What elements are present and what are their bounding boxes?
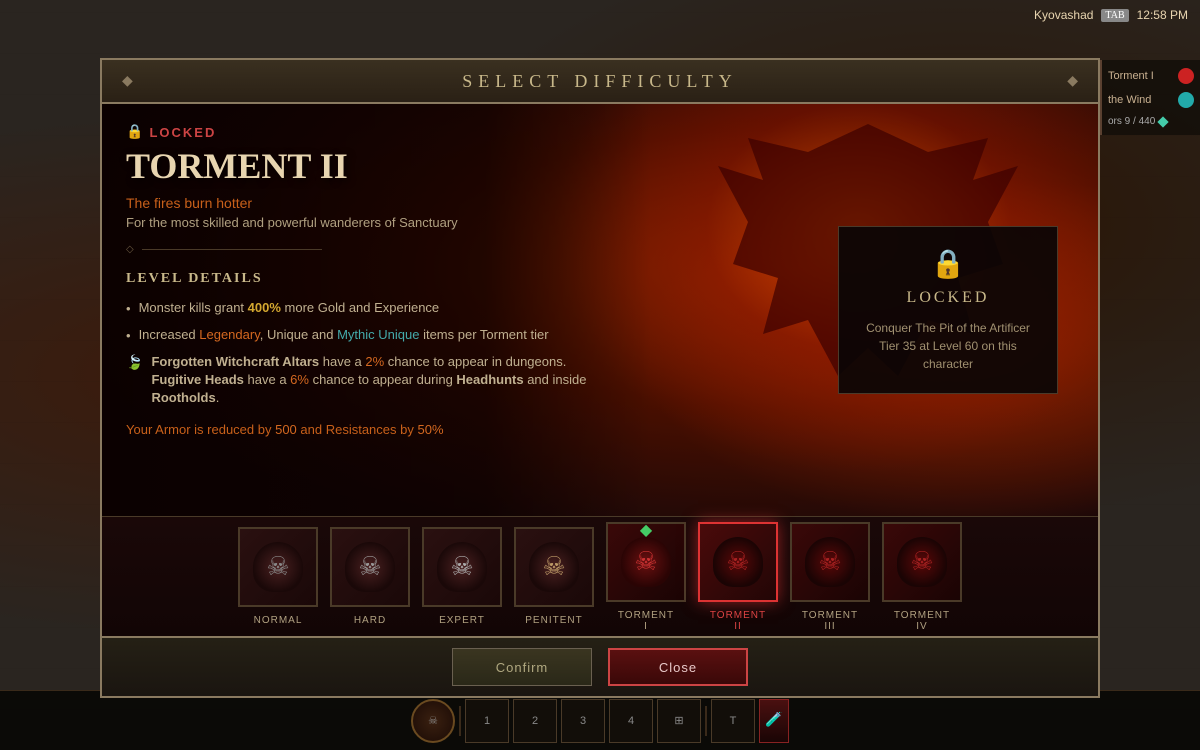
dialog-title: SELECT DIFFICULTY [462,71,738,92]
difficulty-card-expert-image [422,527,502,607]
hud-character-slot[interactable]: ☠ [411,699,455,743]
player-name: Kyovashad [1034,8,1093,22]
hero-banner: 🔒 LOCKED TORMENT II The fires burn hotte… [102,104,1098,516]
divider: ◇ [126,244,626,255]
card-art [884,524,960,600]
lock-icon: 🔒 [126,124,143,141]
gold-row: ors 9 / 440 [1108,116,1194,127]
divider-diamond-icon: ◇ [126,244,134,255]
tab-badge: TAB [1101,9,1128,22]
difficulty-name: TORMENT II [126,147,626,187]
difficulty-label-penitent: PENITENT [525,615,582,626]
card-art [424,529,500,605]
difficulty-card-torment3-image [790,522,870,602]
difficulty-subtitle: The fires burn hotter [126,195,626,211]
torment-icon [1178,68,1194,84]
close-button[interactable]: Close [608,648,748,686]
hud-slot-3[interactable]: 3 [561,699,605,743]
difficulty-label-torment3: TORMENTIII [802,610,858,632]
wind-icon [1175,89,1198,112]
bullet-icon-2: • [126,327,131,345]
detail-text-2: Increased Legendary, Unique and Mythic U… [139,326,549,344]
skull-icon-torment1 [621,537,671,587]
difficulty-card-penitent[interactable]: PENITENT [514,527,594,626]
difficulty-label-normal: NORMAL [254,615,303,626]
right-sidebar: Torment I the Wind ors 9 / 440 [1100,60,1200,135]
torment-label: Torment I [1108,70,1154,82]
difficulty-label-torment2: TORMENTII [710,610,766,632]
sidebar-wind-row: the Wind [1108,92,1194,108]
detail-text-3: Forgotten Witchcraft Altars have a 2% ch… [151,353,625,408]
card-art [700,524,776,600]
hud-separator-2 [705,706,707,736]
hud-slot-grid[interactable]: ⊞ [657,699,701,743]
divider-line [142,249,322,250]
difficulty-label-torment1: TORMENTI [618,610,674,632]
time-display: 12:58 PM [1137,8,1188,22]
sidebar-torment-row: Torment I [1108,68,1194,84]
difficulty-card-torment3[interactable]: TORMENTIII [790,522,870,632]
skull-icon-torment3 [805,537,855,587]
skull-icon-torment2 [713,537,763,587]
hud-slot-t[interactable]: T [711,699,755,743]
gold-diamond-icon [1158,116,1169,127]
locked-text: LOCKED [149,125,216,140]
locked-panel-description: Conquer The Pit of the Artificer Tier 35… [859,319,1037,373]
difficulty-card-hard-image [330,527,410,607]
skull-icon-hard [345,542,395,592]
armor-warning: Your Armor is reduced by 500 and Resista… [126,422,626,437]
confirm-button[interactable]: Confirm [452,648,592,686]
skull-icon-expert [437,542,487,592]
difficulty-card-normal[interactable]: NORMAL [238,527,318,626]
wind-text: the Wind [1108,94,1151,106]
difficulty-card-normal-image [238,527,318,607]
difficulty-description: For the most skilled and powerful wander… [126,215,626,230]
skull-icon-torment4 [897,537,947,587]
level-details-header: LEVEL DETAILS [126,271,626,287]
top-hud: Kyovashad TAB 12:58 PM [1034,8,1188,22]
card-art [792,524,868,600]
difficulty-card-expert[interactable]: EXPERT [422,527,502,626]
difficulty-card-hard[interactable]: HARD [330,527,410,626]
leaf-icon: 🍃 [126,353,143,373]
difficulty-label-hard: HARD [354,615,386,626]
dialog-titlebar: SELECT DIFFICULTY [102,60,1098,104]
locked-panel-title: LOCKED [859,289,1037,307]
bottom-hud: ☠ 1 2 3 4 ⊞ T 🧪 [0,690,1200,750]
dialog-content: 🔒 LOCKED TORMENT II The fires burn hotte… [102,104,1098,636]
difficulty-card-penitent-image [514,527,594,607]
difficulty-selector: NORMAL HARD EXPERT [102,516,1098,636]
detail-item-1: • Monster kills grant 400% more Gold and… [126,299,626,318]
detail-item-3: 🍃 Forgotten Witchcraft Altars have a 2% … [126,353,626,408]
locked-badge: 🔒 LOCKED [126,124,626,141]
difficulty-card-torment2[interactable]: TORMENTII [698,522,778,632]
select-difficulty-dialog: SELECT DIFFICULTY 🔒 LOCKED TORMENT II Th… [100,58,1100,698]
hud-separator-1 [459,706,461,736]
gold-text: ors 9 / 440 [1108,116,1155,127]
locked-requirement-panel: 🔒 LOCKED Conquer The Pit of the Artifice… [838,226,1058,394]
detail-item-2: • Increased Legendary, Unique and Mythic… [126,326,626,345]
dialog-footer: Confirm Close [102,636,1098,696]
difficulty-card-torment4[interactable]: TORMENTIV [882,522,962,632]
card-art [516,529,592,605]
difficulty-label-expert: EXPERT [439,615,485,626]
hud-slot-2[interactable]: 2 [513,699,557,743]
difficulty-card-torment1-image [606,522,686,602]
hud-flask-slot[interactable]: 🧪 [759,699,789,743]
info-panel: 🔒 LOCKED TORMENT II The fires burn hotte… [102,104,650,516]
difficulty-card-torment4-image [882,522,962,602]
hud-slot-1[interactable]: 1 [465,699,509,743]
difficulty-card-torment2-image [698,522,778,602]
skull-icon-penitent [529,542,579,592]
locked-panel-lock-icon: 🔒 [859,247,1037,281]
difficulty-label-torment4: TORMENTIV [894,610,950,632]
card-art [240,529,316,605]
card-art [608,524,684,600]
detail-text-1: Monster kills grant 400% more Gold and E… [139,299,440,317]
bullet-icon-1: • [126,300,131,318]
skull-icon-normal [253,542,303,592]
hud-slot-4[interactable]: 4 [609,699,653,743]
difficulty-card-torment1[interactable]: TORMENTI [606,522,686,632]
card-art [332,529,408,605]
